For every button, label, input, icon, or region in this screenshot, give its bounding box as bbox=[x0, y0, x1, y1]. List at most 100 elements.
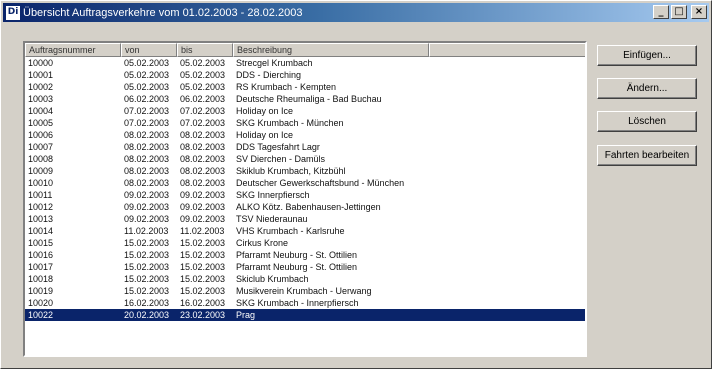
table-row[interactable]: 10022 20.02.2003 23.02.2003 Prag bbox=[25, 309, 585, 321]
insert-button[interactable]: Einfügen... bbox=[597, 45, 697, 66]
from-date-cell: 15.02.2003 bbox=[124, 238, 170, 248]
order-number-cell: 10015 bbox=[28, 238, 54, 248]
to-date-cell: 05.02.2003 bbox=[180, 70, 226, 80]
table-row[interactable]: 10000 05.02.2003 05.02.2003 Strecgel Krumba… bbox=[25, 57, 585, 69]
order-number-cell: 10004 bbox=[28, 106, 54, 116]
from-date-cell: 15.02.2003 bbox=[124, 262, 170, 272]
description-cell: DDS - Dierching bbox=[236, 70, 302, 80]
to-date-cell: 23.02.2003 bbox=[180, 310, 226, 320]
table-row[interactable]: 10009 08.02.2003 08.02.2003 Skiklub Krumbac… bbox=[25, 165, 585, 177]
table-row[interactable]: 10001 05.02.2003 05.02.2003 DDS - Dierching bbox=[25, 69, 585, 81]
table-row[interactable]: 10010 08.02.2003 08.02.2003 Deutscher Gewer… bbox=[25, 177, 585, 189]
table-row[interactable]: 10012 09.02.2003 09.02.2003 ALKO Kötz. Babe… bbox=[25, 201, 585, 213]
table-row[interactable]: 10008 08.02.2003 08.02.2003 SV Dierchen - D… bbox=[25, 153, 585, 165]
order-number-cell: 10001 bbox=[28, 70, 54, 80]
column-header-description[interactable]: Beschreibung bbox=[233, 43, 429, 57]
to-date-cell: 08.02.2003 bbox=[180, 178, 226, 188]
table-row[interactable]: 10018 15.02.2003 15.02.2003 Skiclub Krumbac… bbox=[25, 273, 585, 285]
order-number-cell: 10014 bbox=[28, 226, 54, 236]
description-cell: Skiklub Krumbach, Kitzbühl bbox=[236, 166, 346, 176]
to-date-cell: 07.02.2003 bbox=[180, 106, 226, 116]
description-cell: SKG Krumbach - Innerpfiersch bbox=[236, 298, 359, 308]
order-number-cell: 10005 bbox=[28, 118, 54, 128]
table-row[interactable]: 10017 15.02.2003 15.02.2003 Pfarramt Neubur… bbox=[25, 261, 585, 273]
table-row[interactable]: 10005 07.02.2003 07.02.2003 SKG Krumbach - … bbox=[25, 117, 585, 129]
table-row[interactable]: 10013 09.02.2003 09.02.2003 TSV Niederaunau bbox=[25, 213, 585, 225]
to-date-cell: 15.02.2003 bbox=[180, 238, 226, 248]
description-cell: Holiday on Ice bbox=[236, 106, 294, 116]
description-cell: Musikverein Krumbach - Uerwang bbox=[236, 286, 372, 296]
table-row[interactable]: 10015 15.02.2003 15.02.2003 Cirkus Krone bbox=[25, 237, 585, 249]
description-cell: Pfarramt Neuburg - St. Ottilien bbox=[236, 262, 358, 272]
title-buttons: _ □ × bbox=[653, 5, 707, 19]
to-date-cell: 08.02.2003 bbox=[180, 166, 226, 176]
from-date-cell: 08.02.2003 bbox=[124, 178, 170, 188]
table-row[interactable]: 10006 08.02.2003 08.02.2003 Holiday on Ice bbox=[25, 129, 585, 141]
to-date-cell: 08.02.2003 bbox=[180, 142, 226, 152]
order-number-cell: 10003 bbox=[28, 94, 54, 104]
order-number-cell: 10009 bbox=[28, 166, 54, 176]
from-date-cell: 09.02.2003 bbox=[124, 214, 170, 224]
order-list[interactable]: Auftragsnummer von bis Beschreibung 1000… bbox=[23, 41, 587, 357]
order-number-cell: 10012 bbox=[28, 202, 54, 212]
description-cell: TSV Niederaunau bbox=[236, 214, 308, 224]
table-row[interactable]: 10019 15.02.2003 15.02.2003 Musikverein Kru… bbox=[25, 285, 585, 297]
table-row[interactable]: 10020 16.02.2003 16.02.2003 SKG Krumbach - … bbox=[25, 297, 585, 309]
order-number-cell: 10018 bbox=[28, 274, 54, 284]
order-number-cell: 10022 bbox=[28, 310, 54, 320]
change-button[interactable]: Ändern... bbox=[597, 78, 697, 99]
table-row[interactable]: 10016 15.02.2003 15.02.2003 Pfarramt Neubur… bbox=[25, 249, 585, 261]
description-cell: SKG Innerpfiersch bbox=[236, 190, 310, 200]
delete-button[interactable]: Löschen bbox=[597, 111, 697, 132]
to-date-cell: 15.02.2003 bbox=[180, 274, 226, 284]
table-row[interactable]: 10014 11.02.2003 11.02.2003 VHS Krumbach - … bbox=[25, 225, 585, 237]
order-number-cell: 10008 bbox=[28, 154, 54, 164]
close-button[interactable]: × bbox=[691, 5, 707, 19]
from-date-cell: 08.02.2003 bbox=[124, 130, 170, 140]
table-row[interactable]: 10007 08.02.2003 08.02.2003 DDS Tagesfahrt … bbox=[25, 141, 585, 153]
order-number-cell: 10020 bbox=[28, 298, 54, 308]
description-cell: SKG Krumbach - München bbox=[236, 118, 344, 128]
description-cell: Prag bbox=[236, 310, 256, 320]
table-row[interactable]: 10003 06.02.2003 06.02.2003 Deutsche Rheuma… bbox=[25, 93, 585, 105]
to-date-cell: 08.02.2003 bbox=[180, 154, 226, 164]
description-cell: Deutsche Rheumaliga - Bad Buchau bbox=[236, 94, 382, 104]
to-date-cell: 09.02.2003 bbox=[180, 214, 226, 224]
app-icon[interactable]: Di bbox=[6, 5, 20, 20]
description-cell: Holiday on Ice bbox=[236, 130, 294, 140]
from-date-cell: 07.02.2003 bbox=[124, 106, 170, 116]
maximize-button[interactable]: □ bbox=[671, 5, 687, 19]
order-number-cell: 10011 bbox=[28, 190, 53, 200]
from-date-cell: 11.02.2003 bbox=[124, 226, 169, 236]
to-date-cell: 09.02.2003 bbox=[180, 190, 226, 200]
from-date-cell: 05.02.2003 bbox=[124, 58, 170, 68]
to-date-cell: 05.02.2003 bbox=[180, 82, 226, 92]
description-cell: Skiclub Krumbach bbox=[236, 274, 309, 284]
to-date-cell: 15.02.2003 bbox=[180, 286, 226, 296]
description-cell: SV Dierchen - Damüls bbox=[236, 154, 326, 164]
minimize-button[interactable]: _ bbox=[653, 5, 669, 19]
description-cell: ALKO Kötz. Babenhausen-Jettingen bbox=[236, 202, 381, 212]
edit-trips-button[interactable]: Fahrten bearbeiten bbox=[597, 145, 697, 166]
title-bar[interactable]: Di Übersicht Auftragsverkehre vom 01.02.… bbox=[3, 3, 709, 22]
column-header-to[interactable]: bis bbox=[177, 43, 233, 57]
order-number-cell: 10010 bbox=[28, 178, 54, 188]
description-cell: DDS Tagesfahrt Lagr bbox=[236, 142, 320, 152]
description-cell: VHS Krumbach - Karlsruhe bbox=[236, 226, 345, 236]
table-row[interactable]: 10011 09.02.2003 09.02.2003 SKG Innerpfiers… bbox=[25, 189, 585, 201]
to-date-cell: 11.02.2003 bbox=[180, 226, 225, 236]
to-date-cell: 15.02.2003 bbox=[180, 250, 226, 260]
description-cell: Pfarramt Neuburg - St. Ottilien bbox=[236, 250, 358, 260]
table-row[interactable]: 10004 07.02.2003 07.02.2003 Holiday on Ice bbox=[25, 105, 585, 117]
order-number-cell: 10013 bbox=[28, 214, 54, 224]
from-date-cell: 16.02.2003 bbox=[124, 298, 170, 308]
from-date-cell: 08.02.2003 bbox=[124, 166, 170, 176]
table-row[interactable]: 10002 05.02.2003 05.02.2003 RS Krumbach - K… bbox=[25, 81, 585, 93]
list-body: 10000 05.02.2003 05.02.2003 Strecgel Krumba… bbox=[25, 57, 585, 321]
from-date-cell: 07.02.2003 bbox=[124, 118, 170, 128]
description-cell: RS Krumbach - Kempten bbox=[236, 82, 337, 92]
column-header-order-number[interactable]: Auftragsnummer bbox=[25, 43, 121, 57]
column-header-from[interactable]: von bbox=[121, 43, 177, 57]
from-date-cell: 05.02.2003 bbox=[124, 82, 170, 92]
order-number-cell: 10017 bbox=[28, 262, 54, 272]
